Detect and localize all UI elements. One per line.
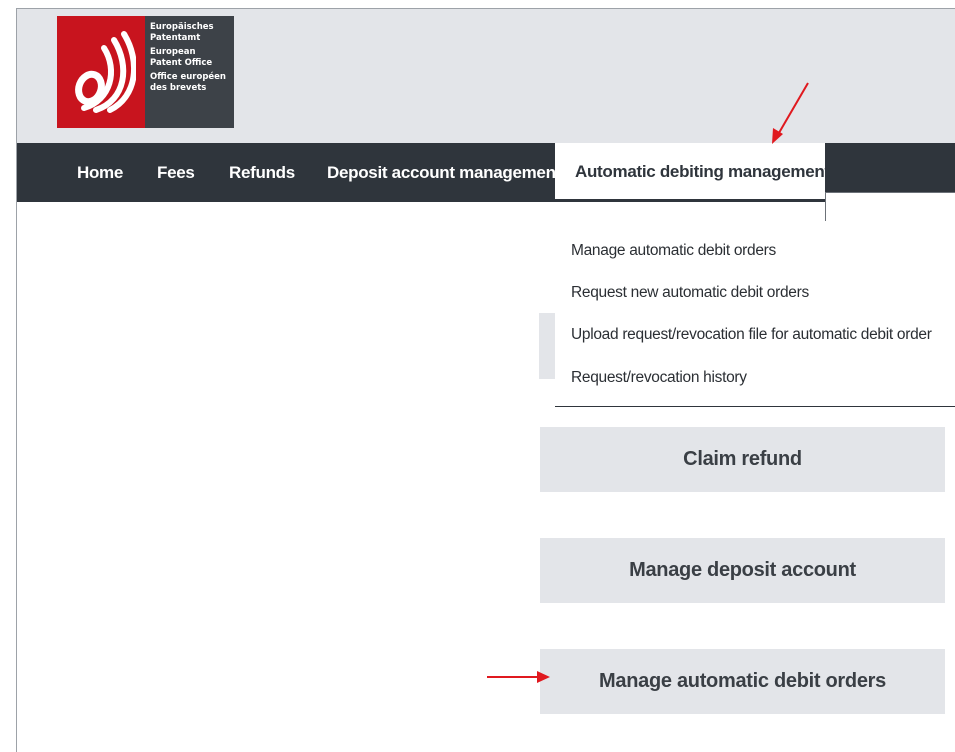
annotation-arrows [487,82,809,683]
arrow-down-icon [772,82,809,144]
arrow-right-icon [487,671,550,683]
